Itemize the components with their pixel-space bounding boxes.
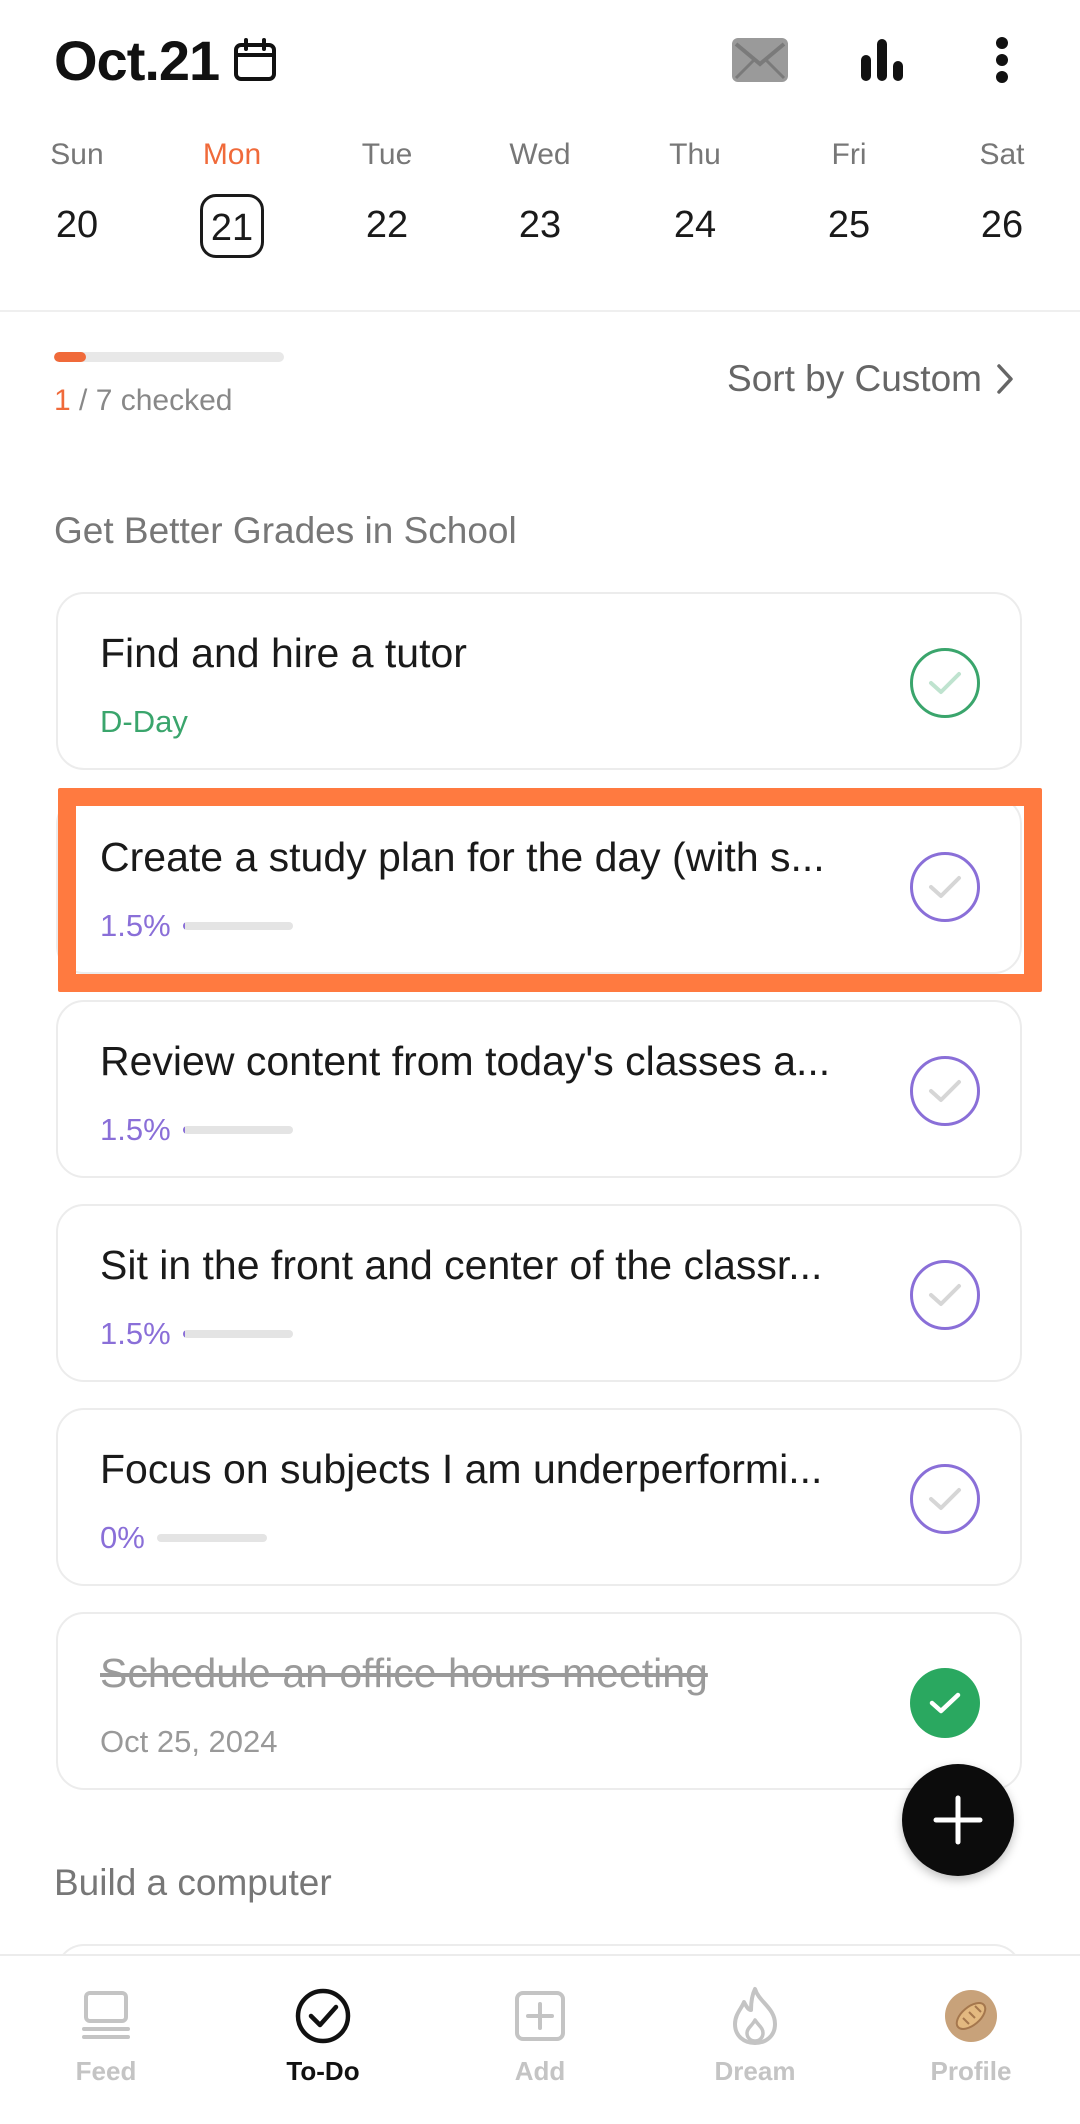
task-title: Schedule an office hours meeting	[100, 1650, 708, 1696]
day-sun[interactable]: Sun 20	[17, 130, 137, 258]
task-card[interactable]: Review content from today's classes a...…	[56, 1000, 1022, 1178]
day-number: 22	[365, 204, 409, 246]
task-card[interactable]: Focus on subjects I am underperformi... …	[56, 1408, 1022, 1586]
sort-label: Sort by Custom	[727, 358, 982, 399]
nav-add[interactable]: Add	[470, 1986, 610, 2087]
task-sub-text: 1.5%	[100, 1316, 171, 1351]
task-card[interactable]: Sit in the front and center of the class…	[56, 1204, 1022, 1382]
task-progress-bar	[156, 1534, 267, 1542]
day-number: 25	[827, 204, 871, 246]
mail-icon[interactable]	[730, 30, 790, 90]
day-name: Fri	[831, 138, 867, 171]
bottom-nav: Feed To-Do Add Dream Profile	[0, 1954, 1080, 2124]
check-circle-icon[interactable]	[910, 852, 980, 922]
day-sat[interactable]: Sat 26	[942, 130, 1062, 258]
divider	[0, 310, 1080, 312]
task-progress: 1.5%	[100, 1112, 293, 1148]
task-card-completed[interactable]: Schedule an office hours meeting Oct 25,…	[56, 1612, 1022, 1790]
task-progress-bar	[182, 922, 293, 930]
task-sub-text: 1.5%	[100, 1112, 171, 1147]
nav-todo[interactable]: To-Do	[253, 1986, 393, 2087]
task-progress-bar	[182, 1330, 293, 1338]
day-wed[interactable]: Wed 23	[480, 130, 600, 258]
task-sub-text: Oct 25, 2024	[100, 1724, 278, 1759]
task-title: Focus on subjects I am underperformi...	[100, 1446, 823, 1492]
task-title: Find and hire a tutor	[100, 630, 467, 676]
feed-icon	[76, 1986, 136, 2046]
check-circle-icon[interactable]	[910, 1056, 980, 1126]
date-title[interactable]: Oct.21	[54, 28, 220, 93]
add-task-button[interactable]	[902, 1764, 1014, 1876]
nav-label: To-Do	[286, 2056, 360, 2086]
more-vertical-icon[interactable]	[972, 30, 1032, 90]
task-progress: 1.5%	[100, 1316, 293, 1352]
day-name: Tue	[361, 138, 413, 171]
checked-count: 1	[54, 384, 71, 417]
task-sub-text: 0%	[100, 1520, 145, 1555]
task-card[interactable]: Find and hire a tutor D-Day	[56, 592, 1022, 770]
checked-summary: 1 / 7 checked	[54, 384, 232, 418]
day-number-selected: 21	[200, 194, 264, 258]
day-mon[interactable]: Mon 21	[172, 130, 292, 258]
flame-icon	[725, 1986, 785, 2046]
task-card[interactable]: Create a study plan for the day (with s.…	[56, 796, 1022, 974]
calendar-icon[interactable]	[232, 38, 278, 82]
checked-progress-bar	[54, 352, 284, 362]
nav-label: Feed	[75, 2056, 137, 2086]
check-circle-icon[interactable]	[910, 1464, 980, 1534]
task-title: Create a study plan for the day (with s.…	[100, 834, 825, 880]
task-dday: D-Day	[100, 704, 188, 740]
day-name: Thu	[669, 138, 721, 171]
bar-chart-icon[interactable]	[852, 30, 912, 90]
checked-total: / 7 checked	[70, 384, 233, 417]
day-fri[interactable]: Fri 25	[789, 130, 909, 258]
section-title: Get Better Grades in School	[54, 510, 517, 551]
day-number: 23	[518, 204, 562, 246]
chevron-right-icon	[997, 364, 1013, 394]
task-sub-text: 1.5%	[100, 908, 171, 943]
nav-profile[interactable]: Profile	[901, 1986, 1041, 2087]
section-title: Build a computer	[54, 1862, 332, 1903]
day-name: Sat	[979, 138, 1025, 171]
day-number: 24	[673, 204, 717, 246]
day-name: Mon	[202, 138, 262, 171]
day-number: 26	[980, 204, 1024, 246]
nav-label: Add	[514, 2056, 566, 2086]
add-square-icon	[510, 1986, 570, 2046]
day-name: Wed	[509, 138, 571, 171]
nav-label: Dream	[714, 2056, 796, 2086]
check-circle-icon[interactable]	[910, 1260, 980, 1330]
task-progress: 1.5%	[100, 908, 293, 944]
task-title: Sit in the front and center of the class…	[100, 1242, 823, 1288]
todo-check-icon	[293, 1986, 353, 2046]
nav-dream[interactable]: Dream	[685, 1986, 825, 2087]
nav-label: Profile	[930, 2056, 1012, 2086]
day-tue[interactable]: Tue 22	[327, 130, 447, 258]
task-progress-fill	[182, 1330, 185, 1338]
header: Oct.21	[0, 0, 1080, 120]
checked-progress-fill	[54, 352, 87, 362]
task-progress-bar	[182, 1126, 293, 1134]
nav-feed[interactable]: Feed	[36, 1986, 176, 2087]
task-date: Oct 25, 2024	[100, 1724, 278, 1760]
task-title: Review content from today's classes a...	[100, 1038, 831, 1084]
week-strip: Sun 20 Mon 21 Tue 22 Wed 23 Thu 24 Fri 2…	[0, 130, 1080, 280]
task-progress: 0%	[100, 1520, 267, 1556]
day-number: 20	[55, 204, 99, 246]
task-progress-fill	[182, 1126, 185, 1134]
check-circle-icon[interactable]	[910, 648, 980, 718]
sort-button[interactable]: Sort by Custom	[727, 358, 1014, 400]
day-thu[interactable]: Thu 24	[635, 130, 755, 258]
plus-icon	[933, 1795, 983, 1845]
profile-avatar-icon	[941, 1986, 1001, 2046]
task-sub-text: D-Day	[100, 704, 188, 739]
day-name: Sun	[50, 138, 104, 171]
check-filled-icon[interactable]	[910, 1668, 980, 1738]
task-progress-fill	[182, 922, 185, 930]
